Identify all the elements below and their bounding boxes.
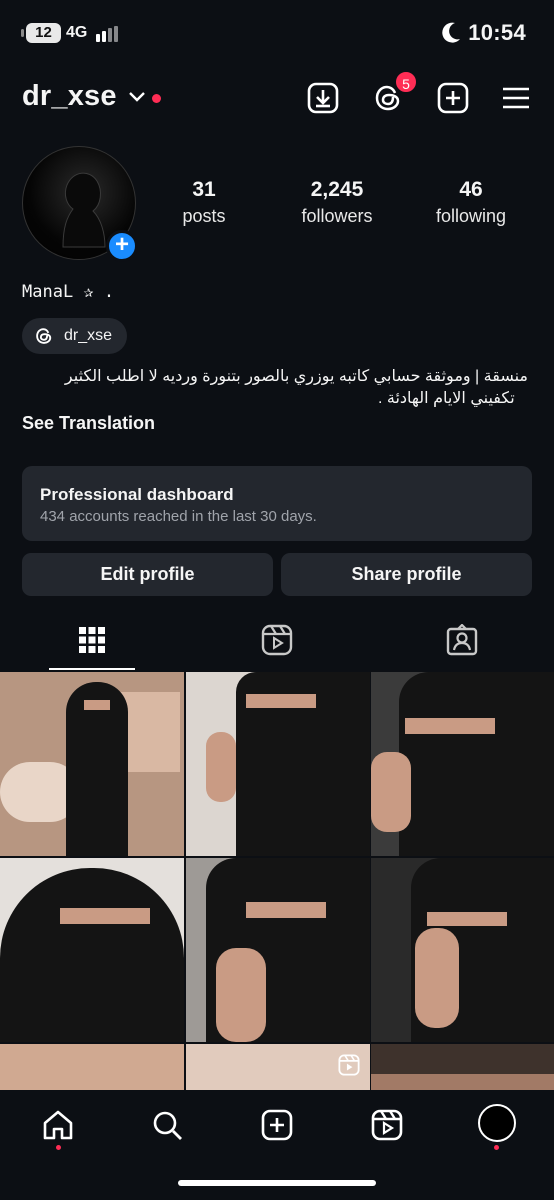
status-bar: 12 4G 10:54 (0, 0, 554, 66)
post-thumbnail[interactable] (371, 672, 554, 856)
post-thumbnail[interactable] (371, 858, 554, 1042)
stat-followers[interactable]: 2,245 followers (292, 178, 382, 227)
stat-value: 2,245 (310, 178, 364, 201)
signal-icon (96, 26, 120, 42)
dashboard-subtitle: 434 accounts reached in the last 30 days… (40, 508, 317, 525)
create-icon[interactable] (260, 1108, 294, 1142)
download-icon[interactable] (307, 82, 339, 114)
add-story-button[interactable]: + (106, 230, 138, 262)
profile-avatar[interactable] (478, 1104, 516, 1142)
threads-badge: 5 (394, 70, 418, 94)
chevron-down-icon[interactable] (128, 90, 146, 104)
post-thumbnail[interactable] (371, 1044, 554, 1090)
create-icon[interactable] (437, 82, 469, 114)
post-thumbnail[interactable] (186, 858, 370, 1042)
posts-grid (0, 672, 554, 1090)
tagged-icon[interactable] (446, 624, 478, 656)
stat-following[interactable]: 46 following (426, 178, 516, 227)
menu-icon[interactable] (500, 82, 532, 114)
username[interactable]: dr_xse (22, 80, 117, 113)
network-type: 4G (66, 24, 88, 41)
home-indicator (178, 1180, 376, 1186)
notification-dot (152, 94, 161, 103)
professional-dashboard[interactable]: Professional dashboard 434 accounts reac… (22, 466, 532, 541)
home-icon[interactable] (41, 1108, 75, 1142)
post-thumbnail[interactable] (0, 858, 184, 1042)
threads-icon (36, 328, 52, 344)
moon-icon (442, 22, 460, 43)
reels-icon[interactable] (261, 624, 293, 656)
post-thumbnail[interactable] (186, 1044, 370, 1090)
grid-icon[interactable] (76, 624, 108, 656)
reels-icon[interactable] (370, 1108, 404, 1142)
search-icon[interactable] (150, 1108, 184, 1142)
threads-link[interactable]: dr_xse (22, 318, 127, 354)
post-thumbnail[interactable] (0, 1044, 184, 1090)
dashboard-title: Professional dashboard (40, 485, 234, 504)
reel-indicator-icon (338, 1054, 360, 1076)
share-profile-button[interactable]: Share profile (281, 553, 532, 596)
see-translation-link[interactable]: See Translation (22, 413, 155, 434)
profile-notification-dot (494, 1145, 499, 1150)
battery-indicator: 12 (21, 23, 61, 43)
active-tab-indicator (49, 668, 135, 670)
stat-value: 46 (459, 178, 483, 201)
full-name: ManaL ✰ . (22, 282, 115, 302)
stat-label: followers (301, 206, 373, 226)
post-thumbnail[interactable] (186, 672, 370, 856)
home-notification-dot (56, 1145, 61, 1150)
bio-line: منسقة | وموثقة حسابي كاتبه يوزري بالصور … (64, 368, 528, 385)
bio: منسقة | وموثقة حسابي كاتبه يوزري بالصور … (22, 366, 528, 410)
stat-value: 31 (192, 178, 216, 201)
stat-label: following (435, 206, 507, 226)
post-thumbnail[interactable] (0, 672, 184, 856)
edit-profile-button[interactable]: Edit profile (22, 553, 273, 596)
profile-header: dr_xse 5 (0, 70, 554, 122)
bio-line: تكفيني الايام الهادئة . (378, 390, 515, 407)
stat-label: posts (182, 206, 226, 226)
threads-handle: dr_xse (64, 327, 113, 344)
stat-posts[interactable]: 31 posts (174, 178, 234, 227)
clock: 10:54 (468, 20, 526, 45)
